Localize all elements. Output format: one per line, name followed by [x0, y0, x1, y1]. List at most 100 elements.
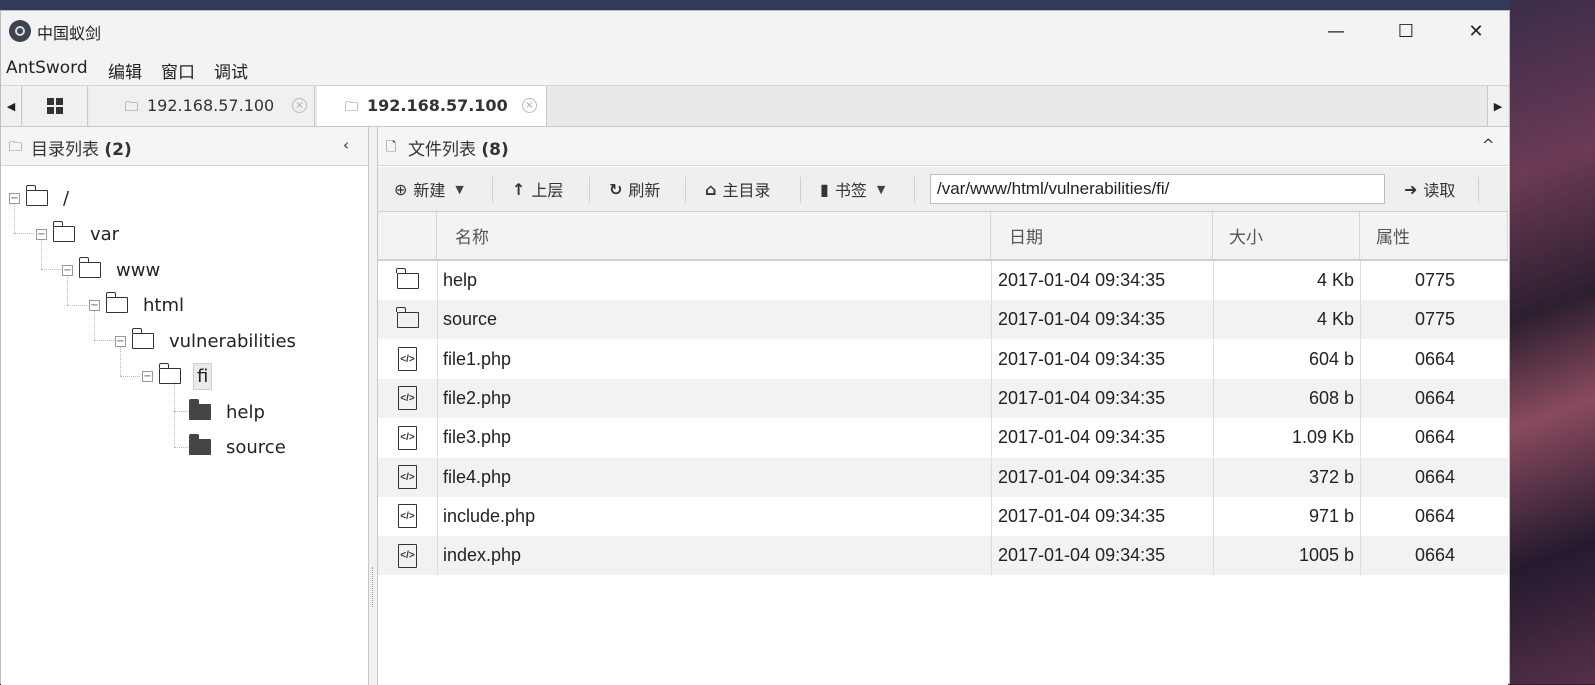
home-dir-label: 主目录 [722, 181, 771, 200]
file-row[interactable]: </> file2.php 2017-01-04 09:34:35 608 b 0664 [378, 378, 1508, 418]
splitter-grip[interactable] [372, 567, 375, 607]
tree-node-label: www [116, 259, 161, 281]
file-row-icon-cell: </> [378, 497, 437, 536]
menu-window[interactable]: 窗口 [161, 58, 195, 83]
column-header-name[interactable]: 名称 [437, 212, 991, 259]
file-row[interactable]: </> file1.php 2017-01-04 09:34:35 604 b 0664 [378, 339, 1508, 379]
new-button[interactable]: ⊕ 新建 ▼ [394, 167, 464, 211]
collapse-toggle[interactable]: − [115, 335, 126, 347]
collapse-left-icon[interactable]: ‹ [343, 136, 349, 154]
file-date: 2017-01-04 09:34:35 [998, 270, 1166, 290]
file-size: 608 b [1308, 387, 1354, 408]
refresh-button[interactable]: ↻ 刷新 [609, 167, 660, 211]
read-button[interactable]: ➜ 读取 [1404, 167, 1455, 211]
collapse-toggle[interactable]: − [36, 228, 47, 240]
file-row[interactable]: </> file3.php 2017-01-04 09:34:35 1.09 Kb 06… [378, 418, 1508, 458]
folder-icon: 🗀 [345, 100, 359, 115]
file-row[interactable]: help 2017-01-04 09:34:35 4 Kb 0775 [378, 261, 1508, 300]
file-panel-header: 🗋 文件列表 (8) ^ [378, 127, 1508, 166]
file-date: 2017-01-04 09:34:35 [998, 545, 1166, 566]
code-file-icon: </> [398, 425, 417, 450]
file-size: 1.09 Kb [1291, 427, 1354, 448]
file-attr: 0664 [1414, 466, 1455, 487]
tab-label: 192.168.57.100 [367, 96, 508, 115]
menu-debug[interactable]: 调试 [214, 58, 248, 83]
file-name: file3.php [443, 427, 512, 448]
tab-home-grid[interactable] [23, 86, 88, 126]
panel-splitter[interactable] [369, 127, 377, 685]
column-header-size[interactable]: 大小 [1213, 212, 1360, 259]
tab-scroll-right-button[interactable]: ▶ [1487, 86, 1508, 126]
directory-panel-title: 目录列表 (2) [31, 140, 132, 160]
file-size: 372 b [1308, 466, 1354, 487]
collapse-up-icon[interactable]: ^ [1482, 136, 1495, 154]
up-level-button[interactable]: ↑ 上层 [512, 167, 563, 211]
folder-icon [131, 328, 154, 349]
menu-antsword[interactable]: AntSword [6, 58, 88, 78]
column-header-date[interactable]: 日期 [991, 212, 1213, 259]
tree-node-help[interactable]: help [188, 397, 268, 427]
file-name: index.php [443, 545, 522, 566]
folder-icon: 🗀 [125, 100, 139, 115]
maximize-button[interactable]: ☐ [1371, 11, 1441, 51]
collapse-toggle[interactable]: − [142, 370, 153, 382]
bookmark-button[interactable]: ▮ 书签 ▼ [820, 167, 885, 211]
code-file-icon: </> [398, 347, 417, 372]
collapse-toggle[interactable]: − [9, 192, 20, 204]
file-row-icon-cell: </> [378, 379, 437, 418]
path-input[interactable]: /var/www/html/vulnerabilities/fi/ [930, 174, 1385, 204]
folder-icon [25, 185, 48, 206]
tab-bar: ◀ 🗀 192.168.57.100 × 🗀 192.168.57.100 × … [1, 86, 1509, 127]
folder-icon [396, 267, 419, 289]
file-size: 971 b [1308, 505, 1354, 526]
minimize-button[interactable]: — [1301, 11, 1371, 51]
tree-node-fi[interactable]: − fi [142, 361, 213, 391]
file-row[interactable]: </> index.php 2017-01-04 09:34:35 1005 b 066… [378, 536, 1508, 576]
file-date: 2017-01-04 09:34:35 [998, 348, 1166, 369]
file-row-icon-cell: </> [378, 458, 437, 497]
menu-edit[interactable]: 编辑 [108, 58, 142, 83]
collapse-toggle[interactable]: − [62, 264, 73, 276]
chevron-down-icon: ▼ [455, 182, 464, 196]
chevron-down-icon: ▼ [876, 182, 886, 196]
file-size: 4 Kb [1316, 309, 1354, 330]
file-attr: 0775 [1414, 309, 1455, 330]
antsword-window: 中国蚁剑 — ☐ ✕ AntSword 编辑 窗口 调试 ◀ 🗀 192.168… [0, 10, 1510, 685]
collapse-toggle[interactable]: − [89, 299, 100, 311]
folder-icon: 🗀 [9, 140, 23, 155]
tree-node-www[interactable]: − www [62, 255, 163, 285]
title-bar: 中国蚁剑 — ☐ ✕ [1, 11, 1509, 51]
new-label: 新建 [413, 181, 446, 200]
tree-node-var[interactable]: − var [36, 219, 122, 249]
file-date: 2017-01-04 09:34:35 [998, 466, 1166, 487]
tab-shell-2[interactable]: 🗀 192.168.57.100 × [317, 86, 547, 126]
file-row[interactable]: source 2017-01-04 09:34:35 4 Kb 0775 [378, 300, 1508, 340]
folder-icon [188, 399, 211, 420]
tree-node-html[interactable]: − html [89, 290, 187, 320]
tab-close-icon[interactable]: × [522, 98, 537, 113]
tab-shell-1[interactable]: 🗀 192.168.57.100 × [89, 86, 315, 126]
code-file-icon: </> [398, 386, 417, 411]
file-row[interactable]: </> file4.php 2017-01-04 09:34:35 372 b 0664 [378, 457, 1508, 497]
file-date: 2017-01-04 09:34:35 [998, 309, 1166, 330]
home-icon: ⌂ [705, 179, 717, 199]
file-grid-header: 名称 日期 大小 属性 [378, 212, 1508, 261]
file-attr: 0664 [1414, 505, 1455, 526]
bookmark-label: 书签 [834, 181, 867, 200]
tree-node-source[interactable]: source [188, 432, 289, 462]
tree-node-root[interactable]: − / [9, 183, 72, 213]
column-header-attr[interactable]: 属性 [1360, 212, 1508, 259]
file-date: 2017-01-04 09:34:35 [998, 387, 1166, 408]
tree-node-label: / [63, 187, 70, 209]
tree-node-vulnerabilities[interactable]: − vulnerabilities [115, 326, 299, 356]
folder-icon [52, 221, 75, 242]
close-button[interactable]: ✕ [1441, 11, 1511, 51]
up-level-label: 上层 [531, 181, 564, 200]
tab-scroll-left-button[interactable]: ◀ [1, 86, 22, 126]
arrow-up-icon: ↑ [512, 179, 526, 199]
file-toolbar: ⊕ 新建 ▼ ↑ 上层 ↻ 刷新 ⌂ 主目录 ▮ 书签 ▼ /var/www/h… [378, 167, 1508, 212]
tab-close-icon[interactable]: × [292, 98, 307, 113]
file-date: 2017-01-04 09:34:35 [998, 427, 1166, 448]
file-row[interactable]: </> include.php 2017-01-04 09:34:35 971 b 06… [378, 496, 1508, 536]
home-dir-button[interactable]: ⌂ 主目录 [705, 167, 770, 211]
